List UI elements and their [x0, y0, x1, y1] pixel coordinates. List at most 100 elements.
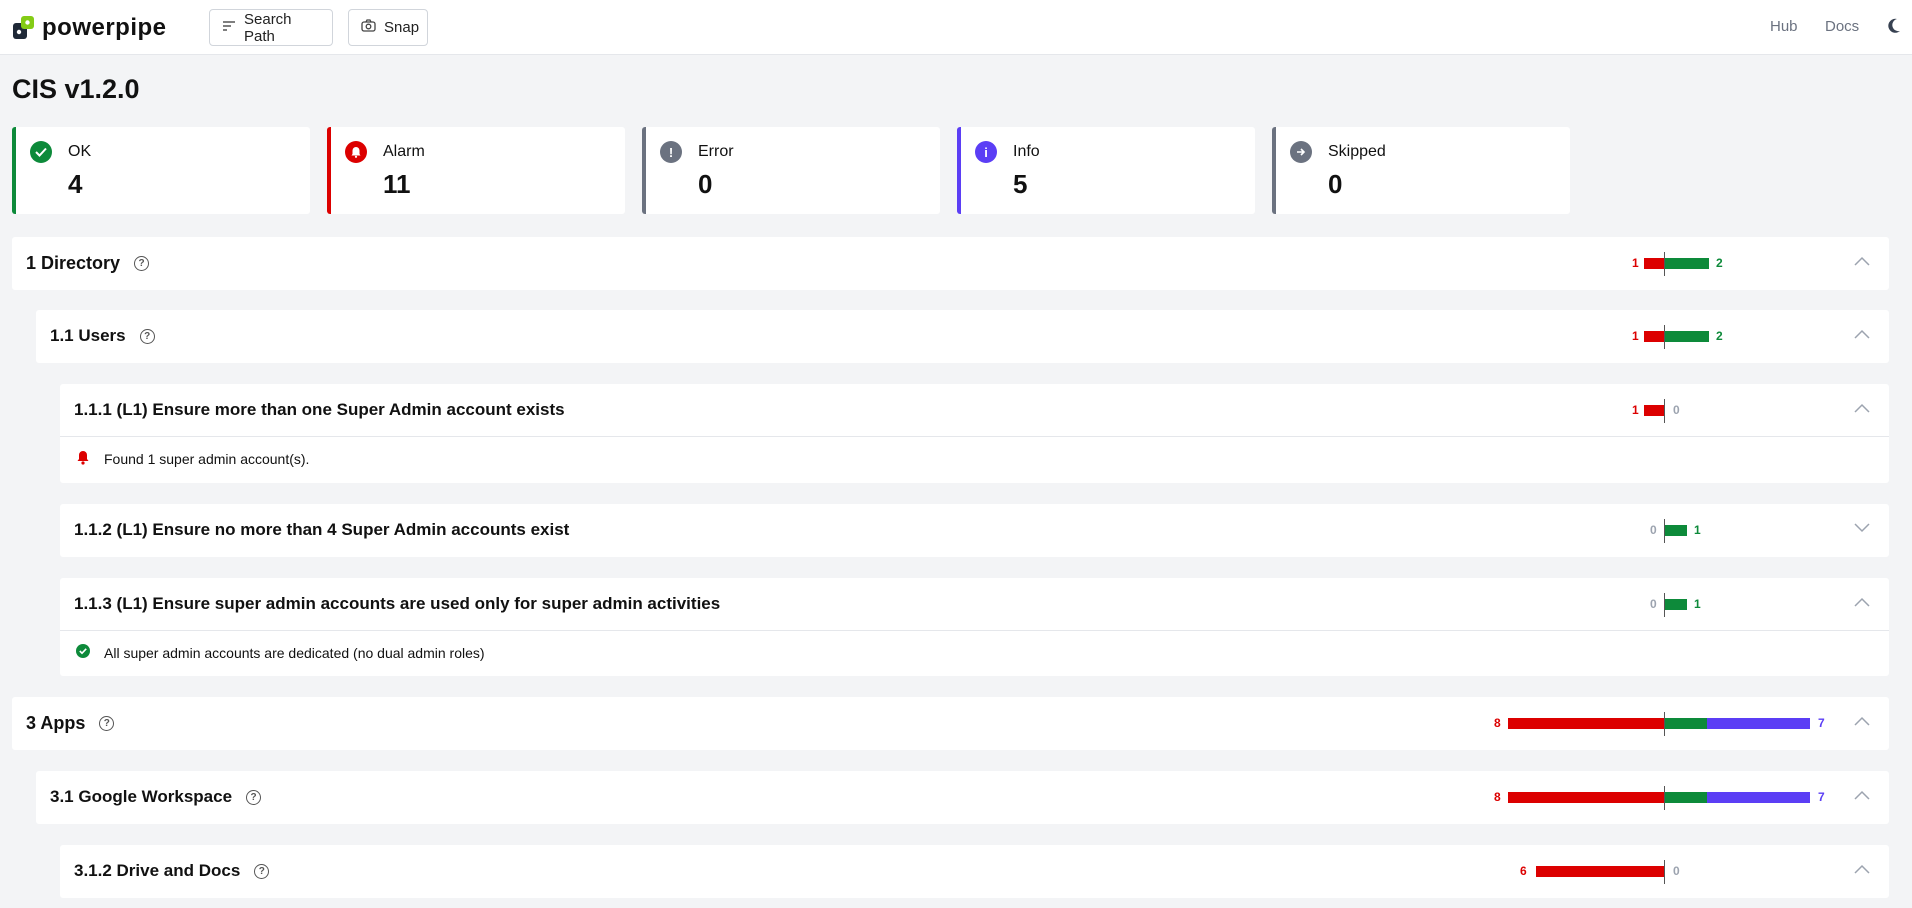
- alarm-bar: [1644, 405, 1664, 416]
- chevron-up-icon[interactable]: [1853, 863, 1871, 875]
- summary-label: Info: [1013, 143, 1040, 160]
- alarm-bar: [1536, 866, 1664, 877]
- ok-bar: [1665, 331, 1709, 342]
- ok-bar: [1665, 792, 1707, 803]
- bar-axis: [1664, 399, 1665, 423]
- ok-count: 1: [1694, 597, 1701, 611]
- control-title: 1.1.3 (L1) Ensure super admin accounts a…: [74, 594, 721, 613]
- summary-card-skipped: Skipped 0: [1272, 127, 1570, 214]
- chevron-up-icon[interactable]: [1853, 255, 1871, 267]
- summary-label: Alarm: [383, 143, 425, 160]
- ok-count: 7: [1818, 716, 1825, 730]
- help-icon[interactable]: ?: [254, 863, 270, 879]
- chevron-up-icon[interactable]: [1853, 402, 1871, 414]
- summary-label: OK: [68, 143, 92, 160]
- result-row: Found 1 super admin account(s).: [76, 450, 309, 468]
- ok-count: 2: [1716, 329, 1723, 343]
- group-title: 1.1 Users: [50, 326, 126, 345]
- bell-icon: [76, 450, 90, 468]
- divider: [60, 436, 1889, 437]
- help-icon[interactable]: ?: [99, 715, 115, 731]
- chevron-up-icon[interactable]: [1853, 328, 1871, 340]
- ok-count: 2: [1716, 256, 1723, 270]
- group-title: 3.1.2 Drive and Docs: [74, 861, 241, 880]
- group-users[interactable]: 1.1 Users ? 1 2: [36, 310, 1889, 363]
- summary-card-ok: OK 4: [12, 127, 310, 214]
- hub-link[interactable]: Hub: [1770, 18, 1798, 35]
- summary-value: 5: [1013, 169, 1028, 199]
- logo[interactable]: powerpipe: [12, 14, 167, 42]
- alarm-count: 0: [1650, 523, 1657, 537]
- summary-label: Skipped: [1328, 143, 1386, 160]
- summary-value: 0: [1328, 169, 1343, 199]
- bell-icon: [345, 141, 367, 163]
- ok-count: 1: [1694, 523, 1701, 537]
- alarm-count: 8: [1494, 716, 1501, 730]
- summary-card-error: ! Error 0: [642, 127, 940, 214]
- group-title: 1 Directory: [26, 252, 121, 273]
- alarm-count: 6: [1520, 864, 1527, 878]
- alarm-count: 8: [1494, 790, 1501, 804]
- divider: [60, 630, 1889, 631]
- chevron-down-icon[interactable]: [1853, 522, 1871, 534]
- alarm-bar: [1508, 718, 1664, 729]
- moon-icon[interactable]: [1887, 18, 1901, 39]
- summary-card-alarm: Alarm 11: [327, 127, 625, 214]
- ok-bar: [1665, 525, 1687, 536]
- summary-label: Error: [698, 143, 734, 160]
- chevron-up-icon[interactable]: [1853, 596, 1871, 608]
- bar-axis: [1664, 860, 1665, 884]
- snap-label: Snap: [384, 19, 420, 36]
- summary-value: 0: [698, 169, 713, 199]
- filter-lines-icon: [222, 19, 236, 36]
- alarm-bar: [1508, 792, 1664, 803]
- exclamation-circle-icon: !: [660, 141, 682, 163]
- summary-value: 11: [383, 169, 411, 199]
- ok-count: 0: [1673, 403, 1680, 417]
- chevron-up-icon[interactable]: [1853, 789, 1871, 801]
- search-path-button[interactable]: Search Path: [209, 9, 333, 46]
- page-title: CIS v1.2.0: [12, 74, 140, 104]
- alarm-count: 0: [1650, 597, 1657, 611]
- group-title: 3.1 Google Workspace: [50, 787, 233, 806]
- info-bar: [1707, 718, 1810, 729]
- ok-bar: [1665, 599, 1687, 610]
- result-text: Found 1 super admin account(s).: [104, 451, 310, 467]
- group-apps[interactable]: 3 Apps ? 8 7: [12, 697, 1889, 750]
- ok-bar: [1665, 258, 1709, 269]
- control-1-1-1[interactable]: 1.1.1 (L1) Ensure more than one Super Ad…: [60, 384, 1889, 483]
- help-icon[interactable]: ?: [134, 255, 150, 271]
- chevron-up-icon[interactable]: [1853, 715, 1871, 727]
- control-1-1-3[interactable]: 1.1.3 (L1) Ensure super admin accounts a…: [60, 578, 1889, 676]
- alarm-count: 1: [1632, 329, 1639, 343]
- group-google-workspace[interactable]: 3.1 Google Workspace ? 8 7: [36, 771, 1889, 824]
- help-icon[interactable]: ?: [139, 328, 155, 344]
- check-circle-icon: [30, 141, 52, 163]
- summary-card-info: i Info 5: [957, 127, 1255, 214]
- ok-count: 7: [1818, 790, 1825, 804]
- control-title: 1.1.2 (L1) Ensure no more than 4 Super A…: [74, 520, 570, 539]
- control-1-1-2[interactable]: 1.1.2 (L1) Ensure no more than 4 Super A…: [60, 504, 1889, 557]
- alarm-count: 1: [1632, 256, 1639, 270]
- snap-button[interactable]: Snap: [348, 9, 428, 46]
- alarm-bar: [1644, 331, 1664, 342]
- group-drive-and-docs[interactable]: 3.1.2 Drive and Docs ? 6 0: [60, 845, 1889, 898]
- docs-link[interactable]: Docs: [1825, 18, 1859, 35]
- control-title: 1.1.1 (L1) Ensure more than one Super Ad…: [74, 400, 565, 419]
- logo-text: powerpipe: [42, 14, 167, 41]
- info-circle-icon: i: [975, 141, 997, 163]
- arrow-right-circle-icon: [1290, 141, 1312, 163]
- result-row: All super admin accounts are dedicated (…: [76, 644, 485, 661]
- info-bar: [1707, 792, 1810, 803]
- search-path-label: Search Path: [244, 10, 292, 45]
- check-circle-icon: [76, 644, 90, 661]
- top-navbar: powerpipe Search Path Snap Hub Docs: [0, 0, 1912, 55]
- group-directory[interactable]: 1 Directory ? 1 2: [12, 237, 1889, 290]
- alarm-count: 1: [1632, 403, 1639, 417]
- alarm-bar: [1644, 258, 1664, 269]
- summary-value: 4: [68, 169, 83, 199]
- ok-bar: [1665, 718, 1707, 729]
- powerpipe-logo-icon: [12, 15, 36, 41]
- ok-count: 0: [1673, 864, 1680, 878]
- help-icon[interactable]: ?: [246, 789, 262, 805]
